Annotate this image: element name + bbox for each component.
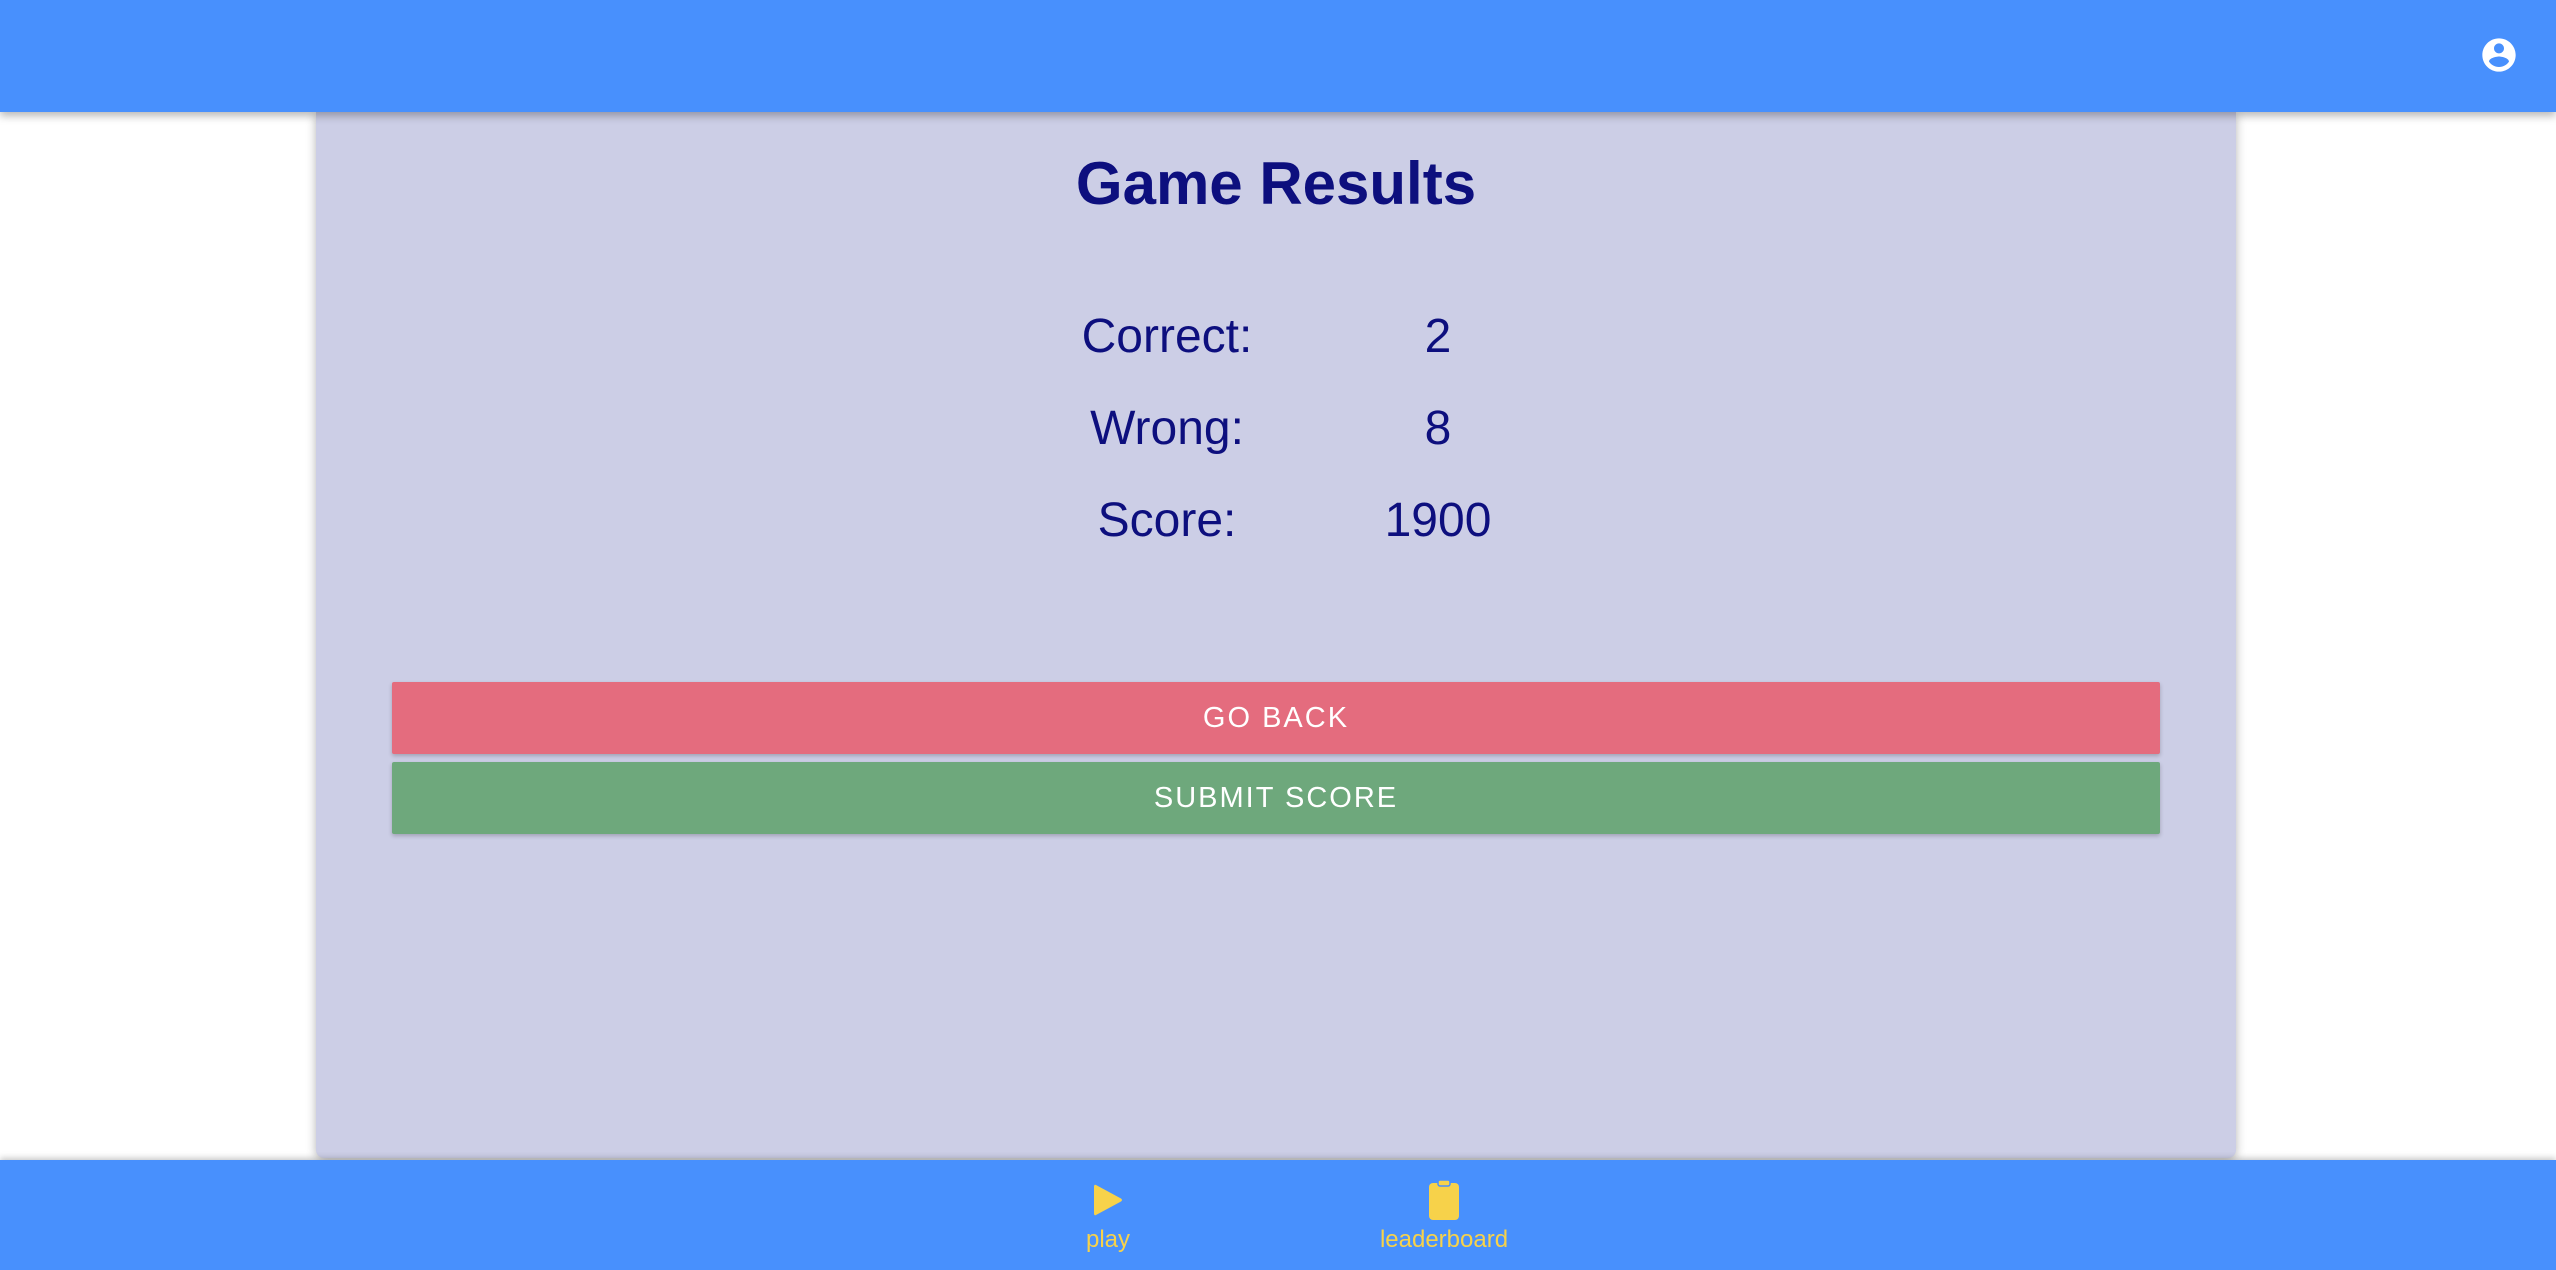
nav-item-leaderboard[interactable]: leaderboard (1354, 1178, 1534, 1258)
top-app-bar (0, 0, 2556, 112)
nav-leaderboard-label: leaderboard (1379, 1226, 1509, 1253)
score-label: Score: (1097, 493, 1237, 547)
stat-row-score: Score: 1900 (1036, 474, 1578, 566)
results-stats-table: Correct: 2 Wrong: 8 Score: 1900 (1036, 290, 1578, 566)
nav-item-play[interactable]: play (1058, 1178, 1158, 1258)
play-icon (1093, 1178, 1123, 1222)
account-button[interactable] (2479, 35, 2519, 75)
account-circle-icon (2482, 38, 2516, 72)
submit-score-button[interactable]: SUBMIT SCORE (392, 762, 2160, 834)
wrong-value: 8 (1424, 401, 1452, 455)
nav-play-label: play (1085, 1226, 1131, 1253)
page-title: Game Results (1075, 150, 1477, 217)
game-results-card: Game Results Correct: 2 Wrong: 8 Score: … (316, 112, 2236, 1158)
correct-value: 2 (1424, 309, 1452, 363)
score-value: 1900 (1384, 493, 1492, 547)
wrong-label: Wrong: (1090, 401, 1244, 455)
bottom-navigation: play leaderboard (0, 1160, 2556, 1270)
stat-row-correct: Correct: 2 (1036, 290, 1578, 382)
correct-label: Correct: (1081, 309, 1253, 363)
go-back-button[interactable]: GO BACK (392, 682, 2160, 754)
clipboard-icon (1428, 1178, 1460, 1222)
stat-row-wrong: Wrong: 8 (1036, 382, 1578, 474)
